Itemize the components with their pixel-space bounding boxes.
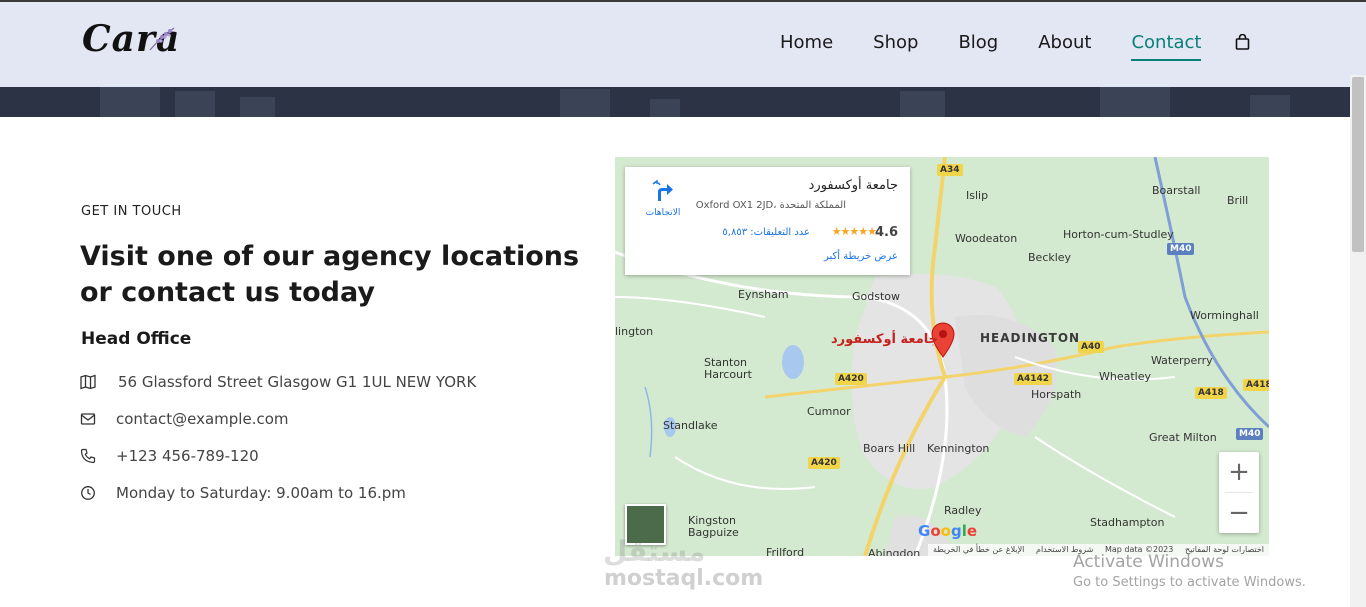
reviews-link[interactable]: عدد التعليقات: ٥,٨٥٣ (722, 227, 810, 238)
place-label: Godstow (852, 290, 901, 303)
rating-stars: ★★★★★ (831, 225, 877, 238)
place-label: Worminghall (1190, 309, 1259, 322)
place-label: Abingdon (868, 547, 921, 556)
place-label: Stanton Harcourt (704, 356, 752, 381)
lavender-sprig-icon (149, 27, 175, 51)
place-label: Radley (944, 504, 982, 517)
map-icon (80, 374, 96, 390)
road-badge: A420 (808, 457, 840, 469)
place-label: Kennington (927, 442, 990, 455)
place-label: Beckley (1028, 251, 1072, 264)
nav-blog[interactable]: Blog (958, 32, 998, 53)
google-logo: Google (918, 522, 978, 540)
road-badge: A4142 (1014, 373, 1053, 385)
headline-line-2: or contact us today (80, 277, 375, 308)
phone-row: +123 456-789-120 (80, 447, 259, 465)
zoom-controls: + − (1219, 452, 1259, 533)
zoom-out-button[interactable]: − (1219, 493, 1259, 533)
main-nav: Home Shop Blog About Contact (780, 32, 1241, 61)
shopping-bag-icon[interactable] (1235, 34, 1250, 50)
watermark: mostaql.com (604, 566, 764, 591)
nav-about[interactable]: About (1038, 32, 1091, 53)
watermark-arabic: مستقل (603, 535, 706, 568)
view-larger-map-link[interactable]: عرض خريطة أكبر (824, 251, 898, 262)
place-info-card: جامعة أوكسفورد Oxford OX1 2JD، المملكة ا… (625, 167, 910, 275)
nav-shop[interactable]: Shop (873, 32, 918, 53)
place-label: Standlake (663, 419, 718, 432)
place-label: HEADINGTON (980, 331, 1081, 345)
report-error-link[interactable]: الإبلاغ عن خطأ في الخريطة (933, 545, 1024, 555)
nav-contact[interactable]: Contact (1131, 32, 1202, 61)
site-header: Cara Home Shop Blog About Contact (0, 2, 1366, 87)
road-badge: M40 (1167, 243, 1195, 255)
email-text[interactable]: contact@example.com (116, 410, 289, 428)
place-rating: 4.6 (874, 225, 898, 240)
road-badge: A418 (1243, 379, 1269, 391)
activate-windows-notice: Activate Windows Go to Settings to activ… (1073, 552, 1306, 590)
scrollbar-thumb[interactable] (1352, 77, 1364, 252)
activate-title: Activate Windows (1073, 552, 1224, 572)
place-label: Cumnor (807, 405, 851, 418)
directions-icon (652, 179, 673, 201)
pin-label[interactable]: جامعة أوكسفورد (831, 332, 938, 347)
hours-row: Monday to Saturday: 9.00am to 16.pm (80, 484, 406, 502)
phone-icon (80, 448, 96, 464)
place-label: Stadhampton (1090, 516, 1165, 529)
place-label: Great Milton (1149, 431, 1217, 444)
place-label: Brill (1227, 194, 1249, 207)
place-label: Eynsham (738, 288, 789, 301)
office-title: Head Office (81, 329, 192, 349)
address-text: 56 Glassford Street Glasgow G1 1UL NEW Y… (118, 373, 477, 391)
contact-headline: Visit one of our agency locations or con… (80, 239, 580, 311)
directions-label: الاتجاهات (645, 208, 681, 218)
activate-subtitle: Go to Settings to activate Windows. (1073, 575, 1306, 590)
directions-button[interactable]: الاتجاهات (641, 179, 685, 218)
address-row: 56 Glassford Street Glasgow G1 1UL NEW Y… (80, 373, 476, 391)
page-banner (0, 87, 1350, 117)
road-badge: A34 (937, 164, 963, 176)
place-name: جامعة أوكسفورد (808, 178, 898, 193)
road-badge: A418 (1195, 387, 1227, 399)
envelope-icon (80, 413, 96, 425)
place-label: Frilford (766, 546, 805, 556)
place-label: Horton-cum-Studley (1063, 228, 1174, 241)
place-label: Islip (966, 189, 989, 202)
place-label: Boars Hill (863, 442, 916, 455)
headline-line-1: Visit one of our agency locations (80, 241, 580, 272)
email-row: contact@example.com (80, 410, 289, 428)
road-badge: M40 (1236, 428, 1264, 440)
road-badge: A420 (835, 373, 867, 385)
hours-text: Monday to Saturday: 9.00am to 16.pm (116, 484, 406, 502)
zoom-in-button[interactable]: + (1219, 452, 1259, 492)
eyebrow-text: GET IN TOUCH (81, 204, 182, 219)
place-label: Woodeaton (955, 232, 1018, 245)
place-address: Oxford OX1 2JD، المملكة المتحدة (695, 200, 846, 211)
clock-icon (81, 486, 95, 500)
place-label: Waterperry (1151, 354, 1213, 367)
place-label: Horspath (1031, 388, 1082, 401)
road-badge: A40 (1078, 341, 1104, 353)
nav-home[interactable]: Home (780, 32, 833, 53)
place-label: Wheatley (1099, 370, 1152, 383)
place-label: lington (615, 325, 654, 338)
phone-text[interactable]: +123 456-789-120 (116, 447, 259, 465)
place-label: Boarstall (1152, 184, 1201, 197)
